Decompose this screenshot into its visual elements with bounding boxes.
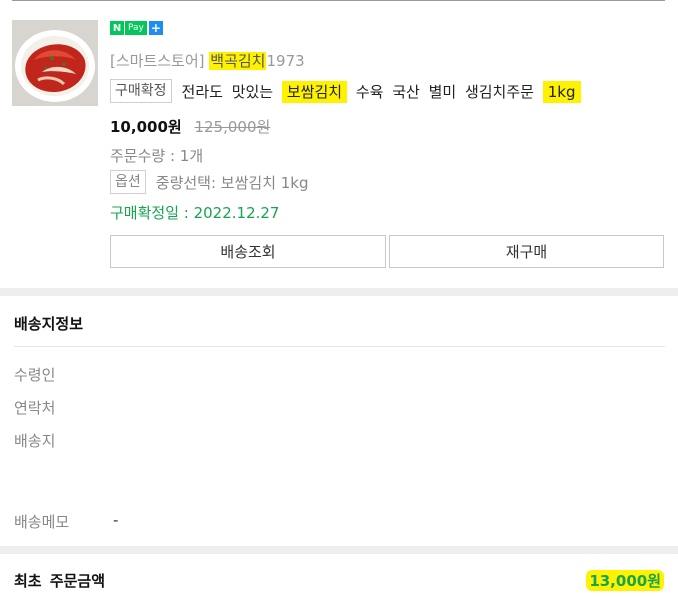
delivery-memo-label: 배송메모: [14, 513, 70, 531]
order-quantity: 주문수량 : 1개: [110, 147, 204, 165]
address-label: 배송지: [14, 432, 56, 450]
npay-badge: N Pay +: [110, 20, 163, 36]
store-name-line[interactable]: [스마트스토어] 백곡김치1973: [110, 50, 305, 71]
title-part-1: 전라도 맛있는: [181, 82, 282, 101]
title-part-2: 수육 국산 별미 생김치주문: [347, 82, 543, 101]
initial-order-amount-label: 최초 주문금액: [14, 572, 106, 590]
option-row: 옵션 중량선택: 보쌈김치 1kg: [110, 170, 309, 194]
section-divider: [14, 346, 665, 347]
rebuy-button[interactable]: 재구매: [389, 235, 664, 268]
original-price: 125,000원: [194, 118, 271, 136]
option-text: 중량선택: 보쌈김치 1kg: [155, 173, 309, 192]
title-highlight-1: 보쌈김치: [281, 80, 348, 103]
recipient-label: 수령인: [14, 366, 56, 384]
product-image[interactable]: [12, 20, 98, 106]
section-separator: [0, 288, 678, 296]
track-delivery-button[interactable]: 배송조회: [110, 235, 386, 268]
top-divider: [12, 0, 665, 1]
store-name: 백곡김치: [209, 52, 267, 70]
status-tag: 구매확정: [110, 79, 172, 103]
price-row: 10,000원 125,000원: [110, 116, 270, 137]
npay-n-icon: N: [110, 21, 124, 35]
option-tag: 옵션: [110, 170, 146, 194]
delivery-info-title: 배송지정보: [14, 315, 84, 333]
product-title[interactable]: 전라도 맛있는 보쌈김치 수육 국산 별미 생김치주문 1kg: [181, 80, 581, 103]
npay-pay-label: Pay: [125, 21, 147, 35]
current-price: 10,000원: [110, 118, 182, 136]
npay-plus-icon: +: [148, 21, 163, 35]
section-separator: [0, 546, 678, 554]
product-title-row[interactable]: 구매확정 전라도 맛있는 보쌈김치 수육 국산 별미 생김치주문 1kg: [110, 78, 581, 104]
contact-label: 연락처: [14, 399, 56, 417]
store-prefix: [스마트스토어]: [110, 52, 210, 70]
initial-order-amount-value: 13,000원: [586, 570, 664, 591]
purchase-confirm-date: 구매확정일 : 2022.12.27: [110, 204, 280, 222]
delivery-memo-value: -: [113, 511, 119, 529]
kimchi-image: [12, 20, 98, 106]
store-suffix: 1973: [266, 52, 305, 70]
title-highlight-2: 1kg: [542, 80, 581, 103]
